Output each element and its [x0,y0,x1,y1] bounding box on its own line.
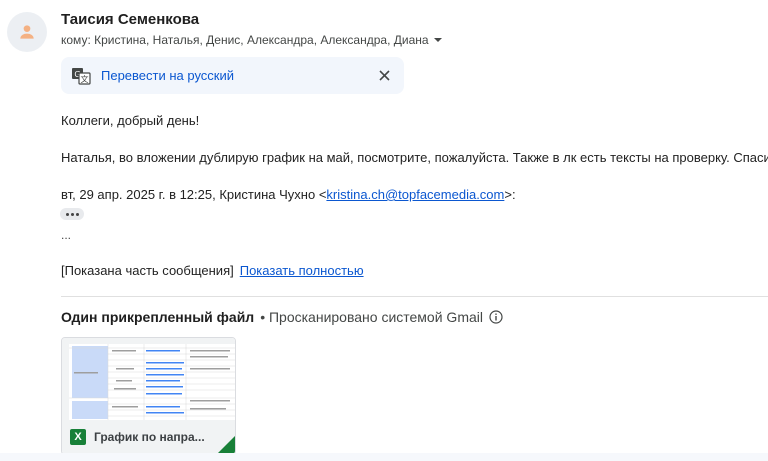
chevron-down-icon[interactable] [431,33,445,47]
trimmed-ellipsis: ... [61,228,72,242]
scan-status: • Просканировано системой Gmail [260,309,483,325]
show-trimmed-content-button[interactable] [60,208,84,220]
clipped-message-notice: [Показана часть сообщения] Показать полно… [61,263,364,278]
attachment-filename: График по напра... [94,430,205,444]
file-corner-icon [217,436,235,454]
translate-link[interactable]: Перевести на русский [101,68,234,83]
translate-bar: G 文 Перевести на русский [61,57,404,94]
translate-icon: G 文 [72,68,91,85]
quote-header: вт, 29 апр. 2025 г. в 12:25, Кристина Чу… [61,187,516,202]
bottom-strip [0,453,768,461]
clipped-text: [Показана часть сообщения] [61,263,234,278]
recipients-line: кому: Кристина, Наталья, Денис, Александ… [61,33,445,47]
quote-email-link[interactable]: kristina.ch@topfacemedia.com [326,187,504,202]
attachment-footer: X График по напра... [62,420,235,454]
recipients-text: кому: Кристина, Наталья, Денис, Александ… [61,33,429,47]
quote-prefix: вт, 29 апр. 2025 г. в 12:25, Кристина Чу… [61,187,327,202]
spreadsheet-thumbnail [62,338,235,420]
quote-suffix: >: [504,187,516,202]
excel-icon: X [70,429,86,445]
svg-text:文: 文 [81,74,89,84]
message-text: Наталья, во вложении дублирую график на … [61,150,768,165]
info-icon[interactable] [489,310,503,324]
attachment-card[interactable]: X График по напра... [61,337,236,455]
attachments-header: Один прикрепленный файл • Просканировано… [61,309,503,325]
divider [61,296,768,297]
show-full-link[interactable]: Показать полностью [240,263,364,278]
close-icon[interactable] [377,68,392,83]
person-icon [20,25,34,39]
sender-avatar[interactable] [7,12,47,52]
sender-name[interactable]: Таисия Семенкова [61,11,199,28]
attachments-title: Один прикрепленный файл [61,309,255,325]
message-greeting: Коллеги, добрый день! [61,113,200,128]
